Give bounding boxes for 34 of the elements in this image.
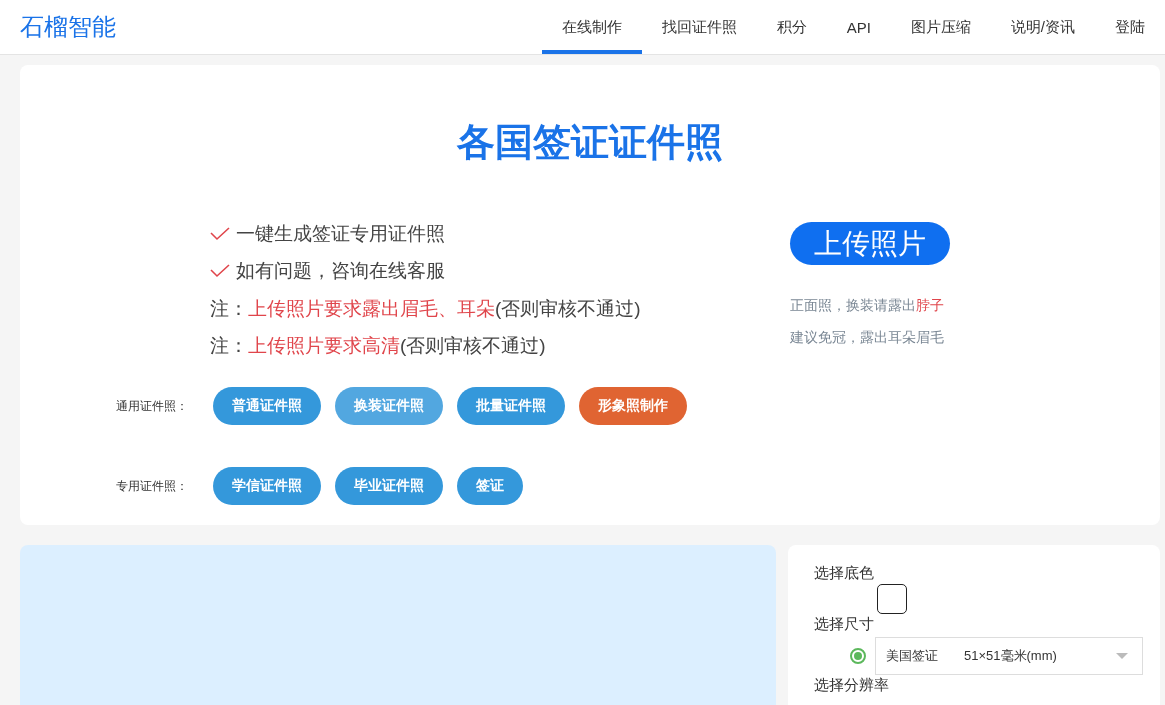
group-label: 通用证件照：	[116, 397, 189, 415]
nav-tab[interactable]: 在线制作	[541, 0, 642, 54]
check-icon	[210, 264, 230, 279]
nav-tab[interactable]: 图片压缩	[890, 0, 991, 54]
photo-type-button[interactable]: 形象照制作	[579, 387, 687, 425]
hint-text: 建议免冠，露出耳朵眉毛	[790, 328, 945, 347]
note-text: 注：上传照片要求露出眉毛、耳朵(否则审核不通过)	[210, 296, 641, 321]
photo-type-button[interactable]: 学信证件照	[213, 467, 321, 505]
feature-text: 如有问题，咨询在线客服	[236, 259, 445, 284]
feature-text: 一键生成签证专用证件照	[236, 221, 445, 246]
section-label: 选择底色	[814, 563, 875, 583]
nav-tab[interactable]: 说明/资讯	[990, 0, 1095, 54]
photo-type-button[interactable]: 批量证件照	[457, 387, 565, 425]
photo-type-button[interactable]: 换装证件照	[335, 387, 443, 425]
section-label: 选择尺寸	[814, 614, 875, 634]
size-dropdown[interactable]: 美国签证 51×51毫米(mm)	[875, 637, 1143, 675]
group-label: 专用证件照：	[116, 477, 189, 495]
page-title: 各国签证证件照	[456, 120, 724, 165]
photo-type-button[interactable]: 签证	[457, 467, 523, 505]
site-logo[interactable]: 石榴智能	[20, 11, 116, 43]
radio-button[interactable]	[850, 648, 866, 664]
photo-type-button[interactable]: 普通证件照	[213, 387, 321, 425]
nav-tab[interactable]: 登陆	[1095, 0, 1165, 54]
hint-text: 正面照，换装请露出脖子	[790, 296, 945, 315]
nav-tab[interactable]: 找回证件照	[641, 0, 757, 54]
upload-button[interactable]: 上传照片	[790, 222, 950, 265]
color-swatch[interactable]	[877, 584, 907, 614]
dropdown-arrow-icon	[1116, 653, 1128, 659]
nav-tab[interactable]: API	[826, 0, 891, 54]
section-label: 选择分辨率	[814, 675, 890, 695]
note-text: 注：上传照片要求高清(否则审核不通过)	[210, 334, 546, 359]
nav-tab[interactable]: 积分	[756, 0, 827, 54]
check-icon	[210, 226, 230, 241]
photo-type-button[interactable]: 毕业证件照	[335, 467, 443, 505]
